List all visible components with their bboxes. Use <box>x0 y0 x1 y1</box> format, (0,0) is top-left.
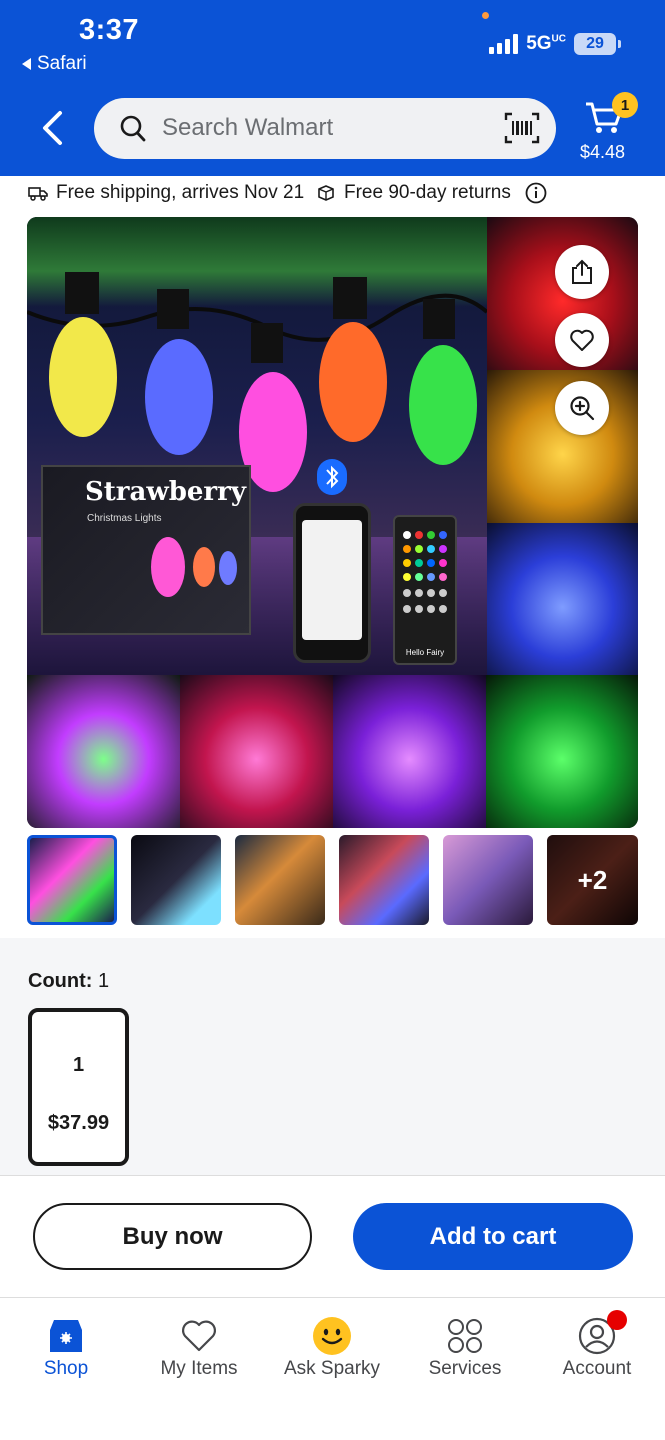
search-bar[interactable] <box>94 98 556 159</box>
thumbnail-more[interactable]: +2 <box>547 835 638 925</box>
returns-text: Free 90-day returns <box>344 182 511 203</box>
tab-shop-label: Shop <box>43 1358 89 1379</box>
battery-level: 29 <box>574 33 616 55</box>
thumbnail-strip: +2 <box>27 835 638 925</box>
truck-icon <box>28 187 48 201</box>
info-icon[interactable] <box>525 182 547 204</box>
tab-services-label: Services <box>428 1358 502 1379</box>
product-image-gallery[interactable]: Strawberry Christmas Lights Hello Fairy <box>27 217 638 828</box>
services-grid-icon <box>445 1316 485 1356</box>
box-subtitle: Christmas Lights <box>87 513 162 524</box>
product-box-image: Strawberry Christmas Lights <box>41 465 251 635</box>
count-selected-value: 1 <box>97 970 110 992</box>
count-label: Count: 1 <box>28 970 109 993</box>
free-shipping-info: Free shipping, arrives Nov 21 <box>28 182 304 204</box>
heart-icon <box>179 1316 219 1356</box>
phone-app-image <box>293 503 371 663</box>
bottom-tab-bar: Shop My Items Ask Sparky Services Accoun… <box>0 1297 665 1440</box>
box-brand: Strawberry <box>85 477 246 507</box>
status-time: 3:37 <box>79 14 140 46</box>
cart-count-badge: 1 <box>612 92 638 118</box>
count-option-1[interactable]: 1 $37.99 <box>28 1008 129 1166</box>
search-icon <box>120 115 146 142</box>
pink-lights-tile <box>180 675 333 828</box>
notification-dot-icon <box>607 1310 627 1330</box>
camera-indicator-icon <box>482 12 489 19</box>
multicolor-lights-tile <box>27 675 180 828</box>
thumbnail-2[interactable] <box>131 835 221 925</box>
share-button[interactable] <box>555 245 609 299</box>
cart-total: $4.48 <box>580 142 626 162</box>
network-type: 5GUC <box>526 33 566 54</box>
battery-icon: 29 <box>574 33 621 55</box>
account-icon <box>577 1310 627 1356</box>
option-price: $37.99 <box>47 1112 110 1134</box>
app-header: 3:37 Safari 5GUC 29 Search Walmart 1 $4.… <box>0 0 665 176</box>
thumbnail-3[interactable] <box>235 835 325 925</box>
remote-label: Hello Fairy <box>405 648 445 657</box>
status-indicators: 5GUC 29 <box>489 33 621 55</box>
more-images-count: +2 <box>547 835 638 925</box>
barcode-scan-icon[interactable] <box>504 111 540 145</box>
blue-lights-tile <box>487 523 638 676</box>
heart-icon <box>570 329 594 351</box>
buy-now-button[interactable]: Buy now <box>33 1203 312 1270</box>
green-lights-tile <box>486 675 638 828</box>
tab-account[interactable]: Account <box>537 1310 657 1380</box>
back-to-safari[interactable]: Safari <box>22 53 87 75</box>
thumbnail-1[interactable] <box>27 835 117 925</box>
sparky-icon <box>312 1316 352 1356</box>
main-product-image: Strawberry Christmas Lights Hello Fairy <box>27 217 487 677</box>
tab-ask-sparky[interactable]: Ask Sparky <box>272 1316 392 1380</box>
bluetooth-icon <box>317 459 347 495</box>
thumbnail-4[interactable] <box>339 835 429 925</box>
option-qty: 1 <box>72 1054 85 1076</box>
thumbnail-5[interactable] <box>443 835 533 925</box>
tab-my-items-label: My Items <box>160 1358 238 1379</box>
remote-control-image: Hello Fairy <box>393 515 457 665</box>
search-input[interactable] <box>162 108 482 148</box>
zoom-in-icon <box>570 396 595 421</box>
tab-ask-sparky-label: Ask Sparky <box>283 1358 381 1379</box>
share-icon <box>572 259 592 284</box>
back-triangle-icon <box>22 58 31 70</box>
back-chevron-icon[interactable] <box>40 110 66 146</box>
tab-shop[interactable]: Shop <box>6 1316 126 1380</box>
signal-icon <box>489 34 519 54</box>
return-box-icon <box>318 185 334 201</box>
tab-account-label: Account <box>562 1358 632 1379</box>
back-app-label: Safari <box>37 53 87 74</box>
purple-lights-tile <box>333 675 486 828</box>
free-shipping-text: Free shipping, arrives Nov 21 <box>56 182 305 203</box>
tab-my-items[interactable]: My Items <box>139 1316 259 1380</box>
zoom-button[interactable] <box>555 381 609 435</box>
favorite-button[interactable] <box>555 313 609 367</box>
shipping-info-bar: Free shipping, arrives Nov 21 Free 90-da… <box>0 176 665 212</box>
tab-services[interactable]: Services <box>405 1316 525 1380</box>
count-label-key: Count: <box>28 970 93 992</box>
cart-button[interactable]: 1 $4.48 <box>580 92 640 164</box>
add-to-cart-button[interactable]: Add to cart <box>353 1203 633 1270</box>
store-icon <box>46 1316 86 1356</box>
returns-info: Free 90-day returns <box>316 182 547 204</box>
